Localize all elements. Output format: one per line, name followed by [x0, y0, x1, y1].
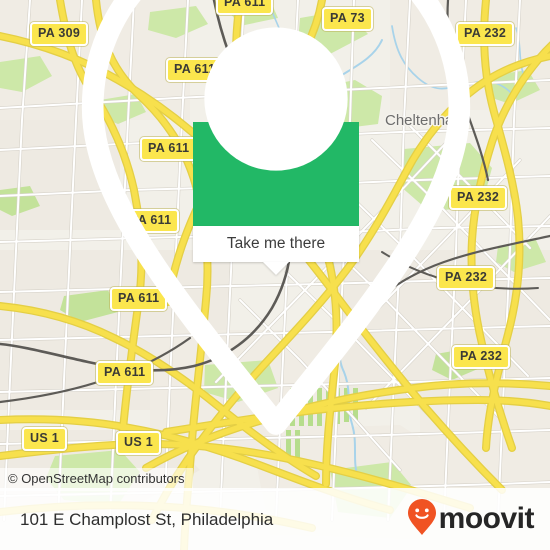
map-canvas[interactable]: .rd-maj{stroke:#f7e04d;stroke-linecap:ro… — [0, 0, 550, 550]
moovit-wordmark: moovit — [438, 502, 535, 535]
take-me-there-label: Take me there — [226, 235, 326, 253]
map-screenshot: .rd-maj{stroke:#f7e04d;stroke-linecap:ro… — [0, 0, 550, 550]
moovit-brand[interactable]: moovit — [407, 498, 535, 541]
callout-pin-panel — [81, 0, 471, 435]
take-me-there-button[interactable]: Take me there — [193, 226, 359, 275]
address-text: 101 E Champlost St, Philadelphia — [20, 509, 274, 529]
callout-tail — [263, 262, 289, 275]
destination-callout[interactable]: Take me there — [81, 0, 471, 435]
map-pin-icon — [1, 0, 550, 449]
moovit-smiley-pin-icon — [407, 498, 437, 541]
bottom-info-bar: 101 E Champlost St, Philadelphia moovit — [0, 488, 550, 550]
